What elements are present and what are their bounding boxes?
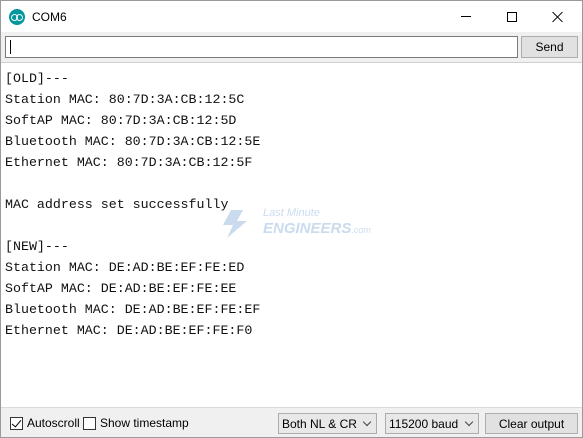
serial-monitor-window: COM6 Send [OLD]--- Station MAC: 80:7D:3A:…	[0, 0, 583, 438]
close-button[interactable]	[535, 1, 581, 32]
output-line: Ethernet MAC: 80:7D:3A:CB:12:5F	[5, 155, 253, 170]
maximize-button[interactable]	[489, 1, 535, 32]
watermark-line1: Last Minute	[263, 207, 320, 219]
chevron-down-icon	[362, 417, 372, 427]
window-title: COM6	[32, 10, 67, 24]
minimize-icon	[461, 16, 471, 17]
watermark-line2: ENGINEERS.com	[263, 220, 371, 237]
output-line: [OLD]---	[5, 71, 69, 86]
output-line: SoftAP MAC: 80:7D:3A:CB:12:5D	[5, 113, 237, 128]
show-timestamp-label: Show timestamp	[100, 416, 189, 430]
clear-output-button[interactable]: Clear output	[485, 413, 578, 434]
output-line: Bluetooth MAC: 80:7D:3A:CB:12:5E	[5, 134, 261, 149]
watermark-brand: ENGINEERS	[263, 220, 352, 237]
watermark: Last Minute ENGINEERS.com	[217, 205, 377, 245]
output-line: Bluetooth MAC: DE:AD:BE:EF:FE:EF	[5, 302, 261, 317]
lightning-bolt-icon	[223, 210, 247, 238]
serial-send-input[interactable]	[5, 36, 518, 58]
serial-output[interactable]: [OLD]--- Station MAC: 80:7D:3A:CB:12:5C So…	[1, 62, 582, 406]
arduino-icon	[9, 9, 25, 25]
title-bar: COM6	[1, 1, 582, 32]
text-caret	[10, 40, 11, 54]
chevron-down-icon	[464, 417, 474, 427]
maximize-icon	[507, 11, 517, 22]
watermark-domain: .com	[351, 225, 371, 235]
autoscroll-checkbox[interactable]	[10, 417, 23, 430]
output-line: Ethernet MAC: DE:AD:BE:EF:FE:F0	[5, 323, 253, 338]
show-timestamp-checkbox[interactable]	[83, 417, 96, 430]
send-button[interactable]: Send	[521, 36, 578, 58]
baud-rate-select[interactable]: 115200 baud	[385, 413, 479, 434]
output-line: SoftAP MAC: DE:AD:BE:EF:FE:EE	[5, 281, 237, 296]
close-icon	[552, 11, 564, 23]
output-line: MAC address set successfully	[5, 197, 229, 212]
output-line: Station MAC: 80:7D:3A:CB:12:5C	[5, 92, 245, 107]
line-ending-select[interactable]: Both NL & CR	[278, 413, 377, 434]
minimize-button[interactable]	[443, 1, 489, 32]
send-bar: Send	[1, 32, 582, 62]
output-line: [NEW]---	[5, 239, 69, 254]
baud-rate-value: 115200 baud	[389, 417, 459, 431]
autoscroll-label: Autoscroll	[27, 416, 80, 430]
bottom-bar: Autoscroll Show timestamp Both NL & CR 1…	[1, 407, 582, 437]
line-ending-value: Both NL & CR	[282, 417, 357, 431]
output-line: Station MAC: DE:AD:BE:EF:FE:ED	[5, 260, 245, 275]
